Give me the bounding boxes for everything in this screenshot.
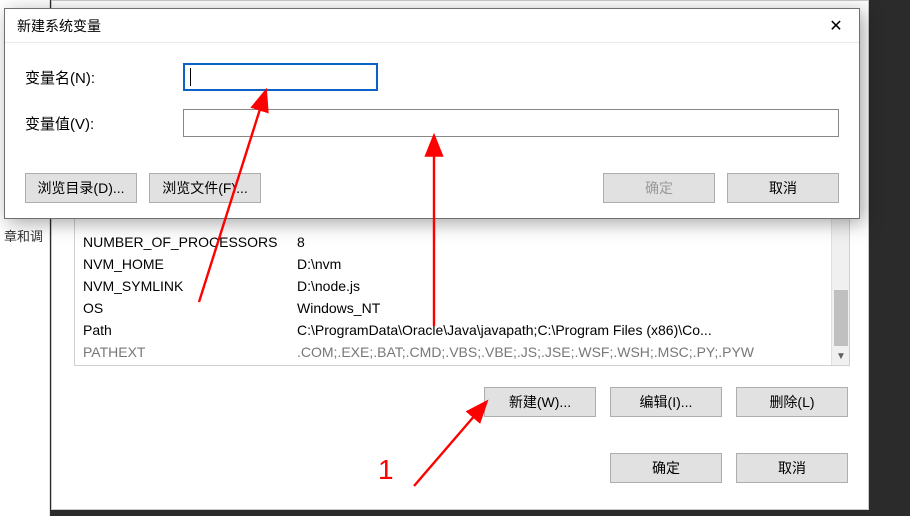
text-caret: [190, 68, 191, 86]
close-icon: ✕: [829, 16, 842, 36]
var-value-cell: 8: [297, 231, 823, 253]
var-name-cell: NVM_SYMLINK: [83, 275, 297, 297]
new-system-var-button[interactable]: 新建(W)...: [484, 387, 596, 417]
env-dialog-buttons: 确定 取消: [52, 453, 870, 493]
edit-system-var-button[interactable]: 编辑(I)...: [610, 387, 722, 417]
var-name-cell: OS: [83, 297, 297, 319]
var-name-cell: PATHEXT: [83, 341, 297, 363]
system-var-buttons: 新建(W)... 编辑(I)... 删除(L): [52, 383, 870, 423]
delete-system-var-button[interactable]: 删除(L): [736, 387, 848, 417]
scroll-down-icon[interactable]: ▼: [832, 347, 850, 365]
var-name-cell: NVM_HOME: [83, 253, 297, 275]
new-var-ok-button[interactable]: 确定: [603, 173, 715, 203]
variable-value-input[interactable]: [183, 109, 839, 137]
dialog-title: 新建系统变量: [17, 16, 101, 36]
table-row[interactable]: NVM_SYMLINK D:\node.js: [83, 275, 823, 297]
table-row[interactable]: NVM_HOME D:\nvm: [83, 253, 823, 275]
page-text-fragment: 章和调: [4, 226, 43, 245]
env-ok-button[interactable]: 确定: [610, 453, 722, 483]
browse-file-button[interactable]: 浏览文件(F)...: [149, 173, 261, 203]
scroll-thumb[interactable]: [834, 290, 848, 346]
var-value-cell: C:\ProgramData\Oracle\Java\javapath;C:\P…: [297, 319, 823, 341]
browse-directory-button[interactable]: 浏览目录(D)...: [25, 173, 137, 203]
new-var-cancel-button[interactable]: 取消: [727, 173, 839, 203]
table-row[interactable]: OS Windows_NT: [83, 297, 823, 319]
close-button[interactable]: ✕: [813, 9, 859, 43]
var-value-cell: Windows_NT: [297, 297, 823, 319]
variable-name-label: 变量名(N):: [25, 67, 183, 88]
variable-name-input[interactable]: [183, 63, 378, 91]
var-value-cell: D:\node.js: [297, 275, 823, 297]
dialog-titlebar[interactable]: 新建系统变量 ✕: [5, 9, 859, 43]
env-cancel-button[interactable]: 取消: [736, 453, 848, 483]
var-name-cell: Path: [83, 319, 297, 341]
new-system-variable-dialog: 新建系统变量 ✕ 变量名(N): 变量值(V): 浏览目录(D)... 浏览文件…: [4, 8, 860, 219]
var-value-cell: .COM;.EXE;.BAT;.CMD;.VBS;.VBE;.JS;.JSE;.…: [297, 341, 823, 363]
var-name-cell: NUMBER_OF_PROCESSORS: [83, 231, 297, 253]
table-row[interactable]: PATHEXT .COM;.EXE;.BAT;.CMD;.VBS;.VBE;.J…: [83, 341, 823, 363]
var-value-cell: D:\nvm: [297, 253, 823, 275]
table-row[interactable]: NUMBER_OF_PROCESSORS 8: [83, 231, 823, 253]
table-row[interactable]: Path C:\ProgramData\Oracle\Java\javapath…: [83, 319, 823, 341]
variable-value-label: 变量值(V):: [25, 113, 183, 134]
